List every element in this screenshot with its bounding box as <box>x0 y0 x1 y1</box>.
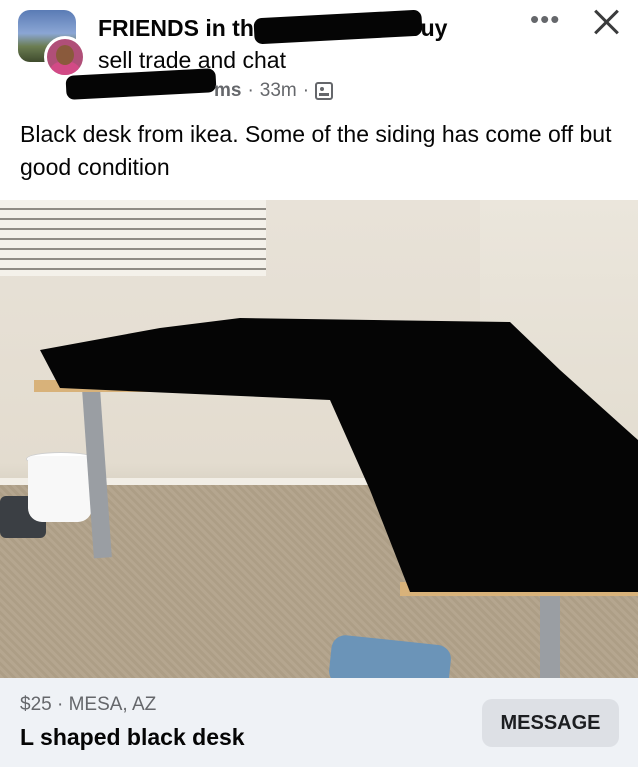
post-body: Black desk from ikea. Some of the siding… <box>20 121 612 180</box>
listing-title: L shaped black desk <box>20 724 245 750</box>
members-audience-icon <box>315 82 334 100</box>
author-avatar[interactable] <box>44 36 86 78</box>
listing-photo[interactable] <box>0 200 638 678</box>
close-icon[interactable] <box>588 4 624 40</box>
marketplace-listing-bar[interactable]: $25 · MESA, AZ L shaped black desk MESSA… <box>0 678 638 767</box>
desk-top <box>40 318 638 592</box>
more-options-icon[interactable]: ••• <box>530 4 560 35</box>
group-avatar[interactable] <box>18 10 86 78</box>
post-time[interactable]: 33m <box>260 80 297 102</box>
post-meta: ms · 33m · <box>98 80 334 102</box>
message-button[interactable]: MESSAGE <box>482 699 619 747</box>
post-header: FRIENDS in thaz buy sell trade and chat … <box>0 0 638 200</box>
listing-price-location: $25 · MESA, AZ <box>20 694 157 715</box>
author-name[interactable]: ms <box>214 80 241 102</box>
